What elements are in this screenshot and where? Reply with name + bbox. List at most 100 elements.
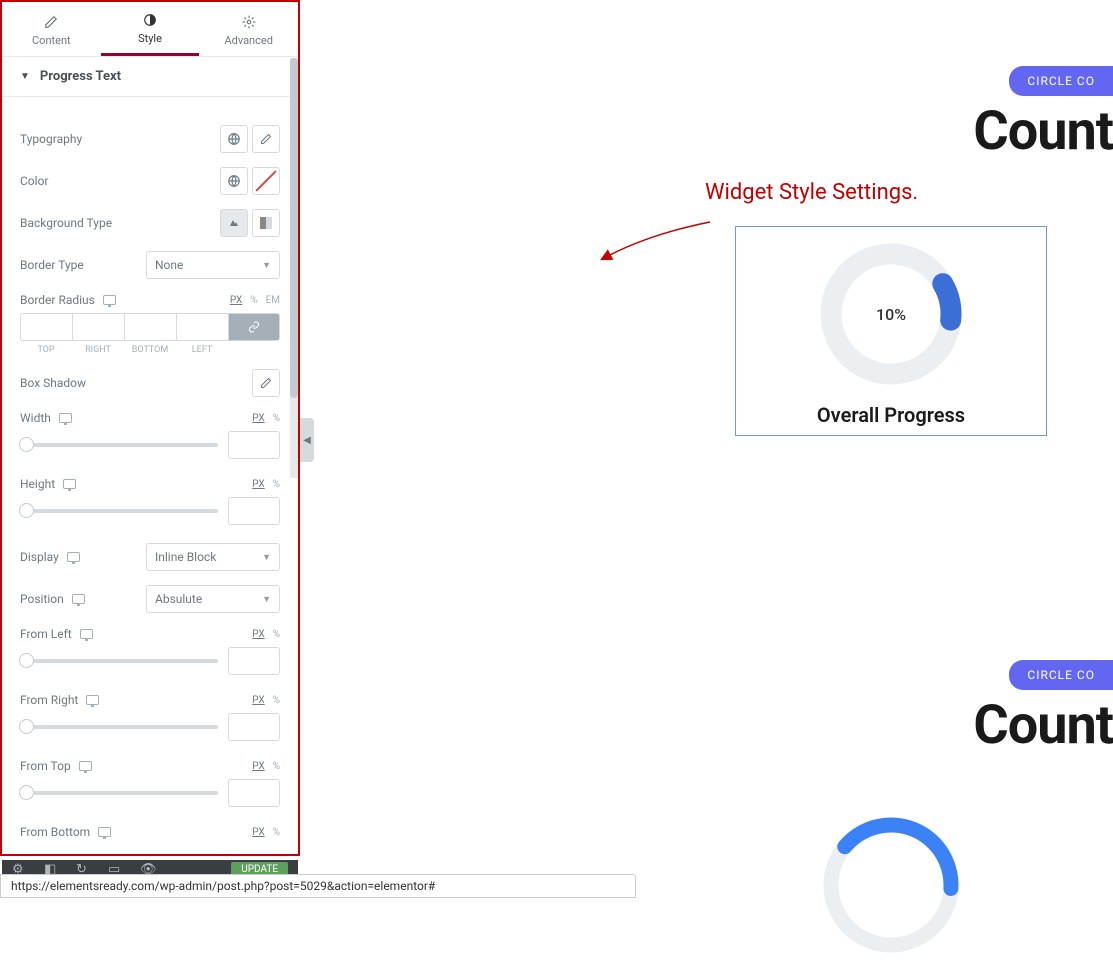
radius-bottom[interactable] — [124, 313, 176, 341]
unit-pct[interactable]: % — [273, 629, 280, 640]
section-heading: Count — [973, 694, 1113, 757]
radius-right[interactable] — [72, 313, 124, 341]
color-label: Color — [20, 174, 48, 188]
unit-pct[interactable]: % — [273, 413, 280, 424]
color-swatch-none[interactable] — [252, 167, 280, 195]
bg-gradient-icon[interactable] — [252, 209, 280, 237]
responsive-icon[interactable] — [86, 695, 99, 705]
caret-down-icon: ▼ — [20, 71, 30, 82]
display-select[interactable]: Inline Block▼ — [146, 543, 280, 571]
unit-px[interactable]: PX — [252, 629, 264, 640]
slider-thumb[interactable] — [19, 503, 34, 518]
globe-icon[interactable] — [220, 125, 248, 153]
contrast-icon — [142, 12, 158, 28]
circle-widget[interactable]: 50 Hours — [1085, 810, 1113, 960]
scrollbar-thumb[interactable] — [290, 58, 298, 398]
link-values-button[interactable] — [228, 313, 280, 341]
unit-px[interactable]: PX — [252, 479, 264, 490]
border-radius-inputs — [20, 313, 280, 341]
unit-px[interactable]: PX — [252, 695, 264, 706]
category-badge: CIRCLE CO — [1009, 660, 1113, 690]
pencil-icon — [43, 14, 59, 30]
annotation-arrow — [600, 214, 720, 264]
from-left-input[interactable] — [228, 647, 280, 675]
tab-advanced[interactable]: Advanced — [199, 2, 298, 56]
circle-widget[interactable] — [735, 810, 1047, 960]
slider-thumb[interactable] — [19, 719, 34, 734]
responsive-icon[interactable] — [98, 827, 111, 837]
responsive-icon[interactable] — [80, 629, 93, 639]
unit-pct[interactable]: % — [250, 295, 257, 306]
height-input[interactable] — [228, 497, 280, 525]
select-value: None — [155, 258, 183, 272]
responsive-icon[interactable] — [63, 479, 76, 489]
unit-pct[interactable]: % — [273, 479, 280, 490]
responsive-icon[interactable] — [59, 413, 72, 423]
radius-top[interactable] — [20, 313, 72, 341]
panel-body: Typography Color Background Type — [2, 97, 298, 854]
unit-px[interactable]: PX — [230, 295, 242, 306]
widget-label: Overall Progress — [817, 403, 965, 427]
position-label: Position — [20, 592, 85, 606]
scrollbar[interactable] — [290, 58, 298, 478]
section-header[interactable]: ▼ Progress Text — [2, 57, 298, 97]
panel-collapse-button[interactable]: ◀ — [300, 418, 314, 462]
from-right-slider[interactable] — [20, 725, 218, 729]
from-right-input[interactable] — [228, 713, 280, 741]
height-label: Height — [20, 477, 76, 491]
responsive-icon[interactable] — [72, 594, 85, 604]
unit-pct[interactable]: % — [273, 695, 280, 706]
from-top-slider[interactable] — [20, 791, 218, 795]
circle-widget-selected[interactable]: 10% Overall Progress — [735, 226, 1047, 436]
from-top-input[interactable] — [228, 779, 280, 807]
section-title: Progress Text — [40, 69, 121, 84]
progress-circle: 10% — [816, 239, 966, 389]
tab-content[interactable]: Content — [2, 2, 101, 56]
editor-panel: Content Style Advanced ▼ Progress Text T… — [0, 0, 300, 856]
width-input[interactable] — [228, 431, 280, 459]
edit-icon[interactable] — [252, 125, 280, 153]
progress-circle — [816, 810, 966, 960]
unit-px[interactable]: PX — [252, 413, 264, 424]
slider-thumb[interactable] — [19, 785, 34, 800]
typography-label: Typography — [20, 132, 82, 146]
unit-pct[interactable]: % — [273, 761, 280, 772]
tab-style[interactable]: Style — [101, 2, 200, 56]
slider-thumb[interactable] — [19, 653, 34, 668]
border-radius-label: Border Radius — [20, 293, 116, 307]
chevron-down-icon: ▼ — [262, 594, 271, 605]
bg-classic-icon[interactable] — [220, 209, 248, 237]
from-left-slider[interactable] — [20, 659, 218, 663]
from-top-label: From Top — [20, 759, 92, 773]
responsive-icon[interactable] — [79, 761, 92, 771]
radius-left[interactable] — [176, 313, 228, 341]
responsive-icon[interactable] — [103, 295, 116, 305]
tab-label: Style — [138, 32, 162, 45]
gear-icon — [241, 14, 257, 30]
unit-em[interactable]: EM — [266, 295, 280, 306]
percent-text: 10% — [816, 239, 966, 389]
section-heading: Count — [973, 100, 1113, 163]
unit-px[interactable]: PX — [252, 761, 264, 772]
annotation-text: Widget Style Settings. — [705, 180, 918, 205]
circle-widget[interactable]: 50% Work Hours — [1085, 226, 1113, 434]
from-left-label: From Left — [20, 627, 93, 641]
chevron-down-icon: ▼ — [262, 552, 271, 563]
edit-icon[interactable] — [252, 369, 280, 397]
tab-label: Content — [32, 34, 71, 47]
globe-icon[interactable] — [220, 167, 248, 195]
slider-thumb[interactable] — [19, 437, 34, 452]
unit-pct[interactable]: % — [273, 827, 280, 838]
tab-label: Advanced — [224, 34, 272, 47]
boxshadow-label: Box Shadow — [20, 376, 86, 390]
responsive-icon[interactable] — [67, 552, 80, 562]
category-badge: CIRCLE CO — [1009, 66, 1113, 96]
unit-px[interactable]: PX — [252, 827, 264, 838]
width-slider[interactable] — [20, 443, 218, 447]
bgtype-label: Background Type — [20, 216, 112, 230]
position-select[interactable]: Absulute▼ — [146, 585, 280, 613]
height-slider[interactable] — [20, 509, 218, 513]
bordertype-select[interactable]: None ▼ — [146, 251, 280, 279]
width-label: Width — [20, 411, 72, 425]
panel-tabs: Content Style Advanced — [2, 2, 298, 57]
